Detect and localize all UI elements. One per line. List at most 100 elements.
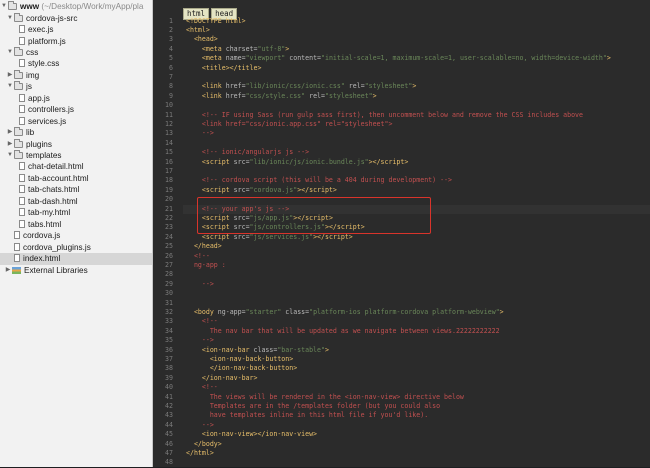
code-line[interactable]: <body ng-app="starter" class="platform-i… (186, 308, 504, 317)
tree-item[interactable]: tab-chats.html (0, 184, 79, 196)
tree-item[interactable]: ▶ lib (0, 127, 34, 139)
line-number: 9 (169, 91, 173, 100)
tree-item-label: exec.js (28, 25, 54, 35)
code-line[interactable]: <link href="css/style.css" rel="styleshe… (186, 92, 377, 101)
code-line[interactable]: <script src="js/services.js"></script> (186, 233, 353, 242)
tree-item[interactable]: tab-my.html (0, 207, 70, 219)
code-line[interactable]: <meta name="viewport" content="initial-s… (186, 54, 611, 63)
code-line[interactable]: </head> (186, 242, 222, 251)
collapse-triangle-icon[interactable]: ▼ (6, 13, 14, 25)
tree-item[interactable]: cordova.js (0, 230, 60, 242)
code-line[interactable]: <head> (186, 35, 218, 44)
code-line[interactable]: <meta charset="utf-8"> (186, 45, 289, 54)
code-line[interactable]: The views will be rendered in the <ion-n… (186, 393, 464, 402)
tree-item[interactable]: platform.js (0, 36, 66, 48)
tree-item[interactable]: controllers.js (0, 104, 74, 116)
code-line[interactable]: --> (186, 336, 214, 345)
code-line[interactable]: <title></title> (186, 64, 262, 73)
code-line[interactable]: have templates inline in this html file … (186, 411, 428, 420)
code-line[interactable]: <!DOCTYPE html> (186, 17, 246, 26)
tree-item[interactable]: tabs.html (0, 219, 61, 231)
tree-item[interactable]: cordova_plugins.js (0, 242, 91, 254)
tree-item[interactable]: ▼ cordova-js-src (0, 12, 77, 25)
line-number: 39 (165, 373, 173, 382)
tree-item[interactable]: ▶ img (0, 69, 40, 82)
line-number: 18 (165, 176, 173, 185)
tree-item-label: img (26, 70, 40, 80)
file-icon (19, 173, 25, 182)
expand-triangle-icon[interactable]: ▶ (6, 127, 14, 139)
expand-triangle-icon[interactable]: ▶ (4, 265, 12, 277)
code-line[interactable]: --> (186, 280, 214, 289)
tree-item[interactable]: tab-account.html (0, 173, 89, 185)
tree-item[interactable]: chat-detail.html (0, 161, 84, 173)
folder-icon (8, 1, 17, 10)
tree-item-label: templates (26, 151, 62, 160)
tree-item[interactable]: ▼ js (0, 81, 32, 93)
code-line[interactable]: <ion-nav-view></ion-nav-view> (186, 430, 317, 439)
code-line[interactable]: <ion-nav-bar class="bar-stable"> (186, 346, 329, 355)
tree-item-label: platform.js (28, 36, 66, 46)
line-number: 36 (165, 345, 173, 354)
line-number: 19 (165, 185, 173, 194)
tree-item[interactable]: ▼ css (0, 46, 38, 59)
code-line[interactable]: </html> (186, 449, 214, 458)
tree-item[interactable]: services.js (0, 116, 66, 128)
code-line[interactable]: <!-- (186, 317, 218, 326)
tree-item[interactable]: style.css (0, 58, 59, 70)
line-number: 28 (165, 270, 173, 279)
library-icon (12, 266, 21, 274)
code-line[interactable]: The nav bar that will be updated as we n… (186, 327, 500, 336)
tree-item-label: tab-my.html (28, 208, 71, 218)
tree-item[interactable]: ▼ templates (0, 150, 62, 162)
line-number: 31 (165, 298, 173, 307)
collapse-triangle-icon[interactable]: ▼ (0, 1, 8, 13)
collapse-triangle-icon[interactable]: ▼ (6, 150, 14, 162)
code-line[interactable]: <!-- (186, 383, 218, 392)
code-line[interactable]: <script src="cordova.js"></script> (186, 186, 337, 195)
line-number: 12 (165, 119, 173, 128)
code-line[interactable]: Templates are in the /templates folder (… (186, 402, 440, 411)
file-icon (19, 196, 25, 205)
line-number: 43 (165, 411, 173, 420)
line-number: 33 (165, 317, 173, 326)
code-line[interactable]: <!-- cordova script (this will be a 404 … (186, 176, 452, 185)
line-number: 29 (165, 279, 173, 288)
collapse-triangle-icon[interactable]: ▼ (6, 81, 14, 93)
tree-item[interactable]: tab-dash.html (0, 196, 78, 208)
expand-triangle-icon[interactable]: ▶ (6, 70, 14, 82)
file-icon (19, 59, 25, 68)
expand-triangle-icon[interactable]: ▶ (6, 139, 14, 151)
code-line[interactable]: --> (186, 129, 214, 138)
tree-item-label: style.css (28, 59, 60, 69)
code-line[interactable]: --> (186, 421, 214, 430)
code-line[interactable]: <html> (186, 26, 210, 35)
code-line[interactable]: </body> (186, 440, 222, 449)
line-number: 32 (165, 307, 173, 316)
line-number: 17 (165, 166, 173, 175)
code-line[interactable]: <!-- ionic/angularjs js --> (186, 148, 309, 157)
code-line[interactable]: <link href="css/ionic.app.css" rel="styl… (186, 120, 393, 129)
code-line[interactable]: <link href="lib/ionic/css/ionic.css" rel… (186, 82, 416, 91)
code-line[interactable]: ng-app : (186, 261, 226, 270)
code-line[interactable]: </ion-nav-bar> (186, 374, 258, 383)
collapse-triangle-icon[interactable]: ▼ (6, 47, 14, 59)
code-editor[interactable]: html head 1 <!DOCTYPE html> 2 <html> 3 <head>… (153, 0, 650, 467)
code-line[interactable]: <ion-nav-back-button> (186, 355, 293, 364)
code-line[interactable]: </ion-nav-back-button> (186, 364, 297, 373)
line-number: 20 (165, 195, 173, 204)
code-line[interactable]: <script src="lib/ionic/js/ionic.bundle.j… (186, 158, 408, 167)
tree-item[interactable]: ▶ External Libraries (0, 265, 88, 277)
tree-item[interactable]: exec.js (0, 24, 53, 36)
annotation-highlight-box (197, 197, 431, 234)
code-line[interactable]: <!-- IF using Sass (run gulp sass first)… (186, 111, 583, 120)
tree-item[interactable]: app.js (0, 93, 50, 105)
line-number: 47 (165, 448, 173, 457)
tree-item-label: index.html (23, 254, 61, 264)
line-number: 6 (169, 63, 173, 72)
tree-item[interactable]: index.html (0, 253, 152, 265)
tree-root-www[interactable]: ▼ www (~/Desktop/Work/myApp/pla (0, 1, 143, 13)
code-line[interactable]: <!-- (186, 252, 210, 261)
file-icon (19, 185, 25, 194)
tree-item[interactable]: ▶ plugins (0, 138, 52, 151)
